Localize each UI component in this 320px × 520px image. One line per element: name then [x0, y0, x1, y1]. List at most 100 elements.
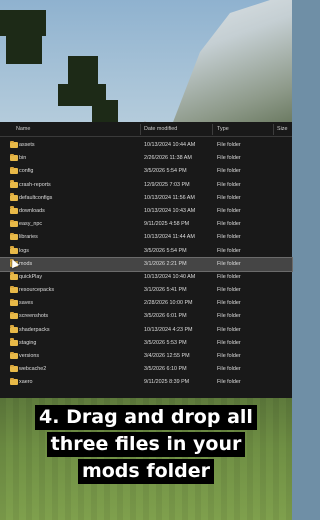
folder-row-versions[interactable]: versions 3/4/2026 12:55 PM File folder	[0, 350, 292, 363]
folder-name: config	[19, 168, 34, 175]
folder-row-quickplay[interactable]: quickPlay 10/13/2024 10:40 AM File folder	[0, 271, 292, 284]
folder-name: shaderpacks	[19, 326, 50, 333]
file-type: File folder	[217, 194, 241, 201]
date-modified: 3/4/2026 12:55 PM	[144, 353, 190, 359]
file-type: File folder	[217, 155, 241, 162]
column-size[interactable]: Size	[277, 126, 288, 132]
date-modified: 3/1/2026 2:21 PM	[144, 260, 187, 267]
folder-icon	[10, 193, 18, 201]
date-modified: 10/13/2024 10:43 AM	[144, 207, 196, 214]
folder-name: libraries	[19, 234, 38, 241]
file-type: File folder	[217, 221, 241, 228]
date-modified: 12/9/2025 7:03 PM	[144, 181, 190, 188]
file-type: File folder	[217, 168, 241, 175]
column-divider[interactable]	[212, 124, 213, 135]
date-modified: 10/13/2024 11:44 AM	[144, 234, 195, 241]
file-type: File folder	[217, 353, 241, 359]
folder-name: xaero	[19, 379, 33, 386]
file-type: File folder	[217, 366, 241, 373]
folder-icon	[10, 325, 18, 333]
file-type: File folder	[217, 379, 241, 386]
folder-name: downloads	[19, 207, 45, 214]
caption-line: mods folder	[77, 459, 215, 484]
folder-name: screenshots	[19, 313, 49, 320]
column-date-modified[interactable]: Date modified	[144, 126, 177, 132]
date-modified: 9/11/2025 4:58 PM	[144, 221, 190, 228]
folder-row-screenshots[interactable]: screenshots 3/5/2026 6:01 PM File folder	[0, 310, 292, 323]
folder-name: webcache2	[19, 366, 47, 373]
folder-icon	[10, 166, 18, 175]
date-modified: 10/13/2024 4:23 PM	[144, 326, 193, 333]
folder-row-webcache2[interactable]: webcache2 3/5/2026 6:10 PM File folder	[0, 363, 292, 376]
folder-row-logs[interactable]: logs 3/5/2026 5:54 PM File folder	[0, 245, 292, 258]
file-type: File folder	[217, 326, 241, 333]
folder-icon	[10, 338, 18, 346]
folder-row-staging[interactable]: staging 3/5/2026 5:53 PM File folder	[0, 337, 292, 350]
file-type: File folder	[217, 300, 241, 307]
file-type: File folder	[217, 181, 241, 188]
file-type: File folder	[217, 339, 241, 346]
folder-row-easy-npc[interactable]: easy_npc 9/11/2025 4:58 PM File folder	[0, 218, 292, 231]
file-list: assets 10/13/2024 10:44 AM File folder bin 2…	[0, 139, 293, 390]
folder-row-downloads[interactable]: downloads 10/13/2024 10:43 AM File folder	[0, 205, 292, 218]
folder-row-saves[interactable]: saves 2/28/2026 10:00 PM File folder	[0, 297, 292, 310]
folder-name: saves	[19, 300, 34, 307]
folder-row-shaderpacks[interactable]: shaderpacks 10/13/2024 4:23 PM File folder	[0, 324, 292, 337]
file-type: File folder	[217, 260, 241, 267]
folder-icon	[10, 232, 18, 241]
date-modified: 9/11/2025 8:39 PM	[144, 379, 190, 386]
column-divider[interactable]	[140, 124, 141, 135]
folder-icon	[10, 206, 18, 214]
date-modified: 3/5/2026 5:54 PM	[144, 168, 187, 175]
folder-row-xaero[interactable]: xaero 9/11/2025 8:39 PM File folder	[0, 376, 292, 389]
folder-icon	[10, 377, 18, 386]
folder-name: crash-reports	[19, 181, 51, 188]
folder-name: mods	[19, 260, 33, 267]
folder-name: easy_npc	[19, 221, 43, 228]
tree	[6, 36, 42, 64]
folder-icon	[10, 272, 18, 280]
column-type[interactable]: Type	[217, 126, 229, 132]
tree	[0, 10, 46, 36]
file-type: File folder	[217, 234, 241, 241]
folder-name: defaultconfigs	[19, 194, 53, 201]
folder-row-resourcepacks[interactable]: resourcepacks 3/1/2026 5:41 PM File folder	[0, 284, 292, 297]
date-modified: 2/26/2026 11:38 AM	[144, 155, 192, 162]
folder-row-libraries[interactable]: libraries 10/13/2024 11:44 AM File folder	[0, 231, 292, 244]
column-name[interactable]: Name	[16, 126, 30, 132]
folder-row-bin[interactable]: bin 2/26/2026 11:38 AM File folder	[0, 152, 292, 165]
caption-line: 4. Drag and drop all	[35, 405, 257, 430]
folder-name: logs	[19, 247, 29, 254]
file-explorer-window: ˆ Name Date modified Type Size assets 10/…	[0, 122, 293, 398]
column-divider[interactable]	[273, 124, 274, 135]
folder-row-config[interactable]: config 3/5/2026 5:54 PM File folder	[0, 165, 292, 178]
folder-icon	[10, 140, 18, 148]
date-modified: 3/5/2026 5:53 PM	[144, 339, 187, 346]
tree	[68, 56, 98, 86]
date-modified: 10/13/2024 11:56 AM	[144, 194, 195, 201]
folder-name: assets	[19, 142, 35, 148]
folder-icon	[10, 180, 18, 188]
date-modified: 2/28/2026 10:00 PM	[144, 300, 193, 307]
file-type: File folder	[217, 247, 241, 254]
folder-icon	[10, 219, 18, 228]
folder-icon	[10, 153, 18, 162]
file-type: File folder	[217, 273, 241, 280]
folder-name: versions	[19, 353, 40, 359]
folder-name: quickPlay	[19, 273, 43, 280]
folder-name: staging	[19, 339, 37, 346]
folder-icon	[10, 311, 18, 320]
caption-line: three files in your	[46, 432, 246, 457]
date-modified: 3/5/2026 6:01 PM	[144, 313, 187, 320]
folder-row-mods[interactable]: mods 3/1/2026 2:21 PM File folder	[0, 256, 293, 272]
folder-row-crash-reports[interactable]: crash-reports 12/9/2025 7:03 PM File folde…	[0, 179, 292, 192]
folder-icon	[10, 351, 18, 359]
folder-icon	[10, 364, 18, 373]
date-modified: 3/5/2026 5:54 PM	[144, 247, 187, 254]
folder-row-assets[interactable]: assets 10/13/2024 10:44 AM File folder	[0, 139, 292, 152]
folder-row-defaultconfigs[interactable]: defaultconfigs 10/13/2024 11:56 AM File fo…	[0, 192, 292, 205]
folder-icon	[10, 298, 18, 307]
folder-icon	[10, 246, 18, 254]
column-header: ˆ Name Date modified Type Size	[0, 122, 292, 137]
tutorial-caption: 4. Drag and drop all three files in your…	[8, 404, 284, 485]
